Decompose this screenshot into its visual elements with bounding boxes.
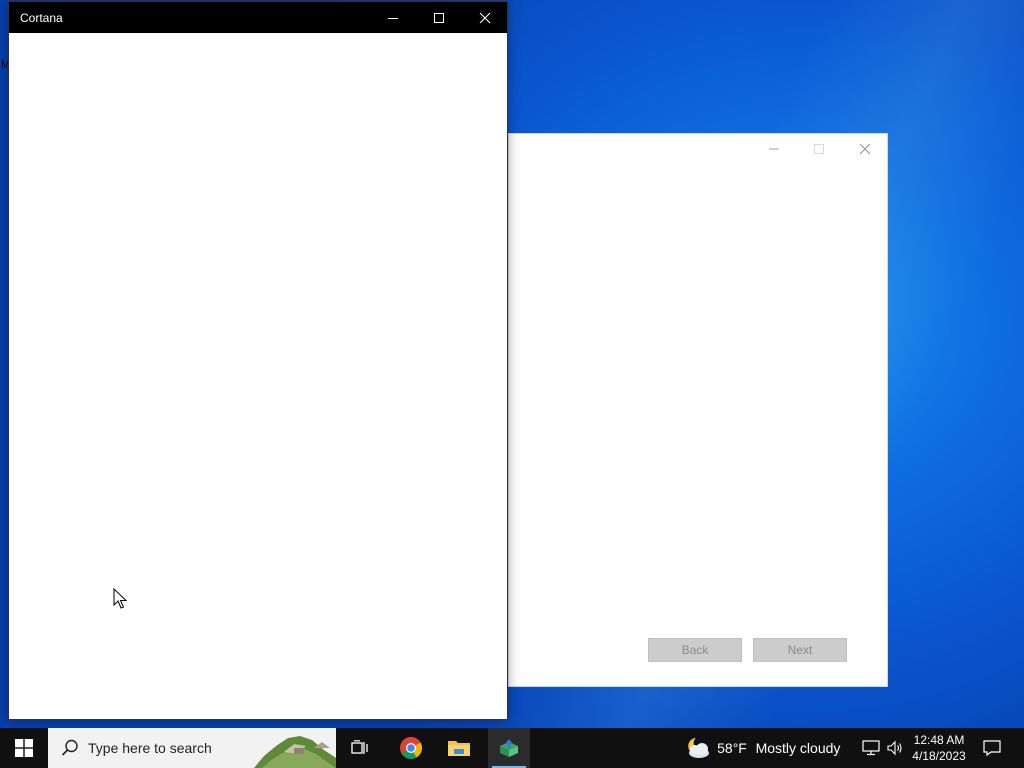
- task-view-icon: [351, 740, 368, 754]
- close-icon: [479, 12, 491, 23]
- notification-icon: [983, 740, 1001, 756]
- cortana-maximize-button[interactable]: [416, 2, 462, 33]
- start-button[interactable]: [0, 728, 48, 768]
- back-button[interactable]: Back: [648, 638, 742, 662]
- cortana-content-area: [9, 33, 507, 719]
- taskbar: Type here to search 58°F Mostly cloudy 1…: [0, 728, 1024, 768]
- search-highlight-illustration-icon: [254, 736, 336, 768]
- taskbar-file-explorer-app[interactable]: [438, 728, 480, 768]
- maximize-icon: [434, 12, 444, 23]
- wizard-minimize-button[interactable]: [760, 140, 788, 158]
- weather-widget-icon-wrap[interactable]: [682, 728, 714, 768]
- windows-logo-icon: [15, 739, 33, 757]
- network-icon: [862, 740, 880, 756]
- volume-button[interactable]: [884, 728, 906, 768]
- maximize-icon: [814, 144, 824, 154]
- next-button[interactable]: Next: [753, 638, 847, 662]
- minimize-icon: [769, 148, 779, 150]
- search-icon: [61, 739, 78, 756]
- chrome-icon: [400, 737, 422, 759]
- moon-cloud-icon: [688, 738, 709, 758]
- folder-icon: [448, 741, 470, 756]
- taskbar-clock[interactable]: 12:48 AM 4/18/2023: [907, 728, 971, 768]
- cortana-window: Cortana: [8, 1, 508, 720]
- speaker-icon: [887, 740, 902, 756]
- cortana-titlebar[interactable]: Cortana: [9, 2, 507, 33]
- cortana-close-button[interactable]: [462, 2, 508, 33]
- taskbar-installer-app[interactable]: [488, 728, 530, 768]
- task-view-button[interactable]: [340, 728, 380, 768]
- taskbar-search-box[interactable]: Type here to search: [48, 728, 336, 768]
- weather-description[interactable]: Mostly cloudy: [752, 728, 844, 768]
- action-center-button[interactable]: [972, 728, 1012, 768]
- minimize-icon: [388, 17, 398, 19]
- weather-temp[interactable]: 58°F: [716, 728, 748, 768]
- cortana-minimize-button[interactable]: [370, 2, 416, 33]
- mouse-pointer-icon: [113, 588, 128, 609]
- close-icon: [859, 143, 871, 155]
- taskbar-chrome-app[interactable]: [390, 728, 432, 768]
- wizard-maximize-button[interactable]: [805, 140, 833, 158]
- clock-date: 4/18/2023: [912, 749, 966, 763]
- search-placeholder: Type here to search: [88, 740, 212, 756]
- network-status-button[interactable]: [860, 728, 882, 768]
- setup-wizard-window: Back Next: [508, 133, 888, 687]
- installer-icon: [500, 739, 518, 757]
- clock-time: 12:48 AM: [913, 733, 965, 747]
- window-title: Cortana: [20, 10, 63, 25]
- wizard-close-button[interactable]: [851, 140, 879, 158]
